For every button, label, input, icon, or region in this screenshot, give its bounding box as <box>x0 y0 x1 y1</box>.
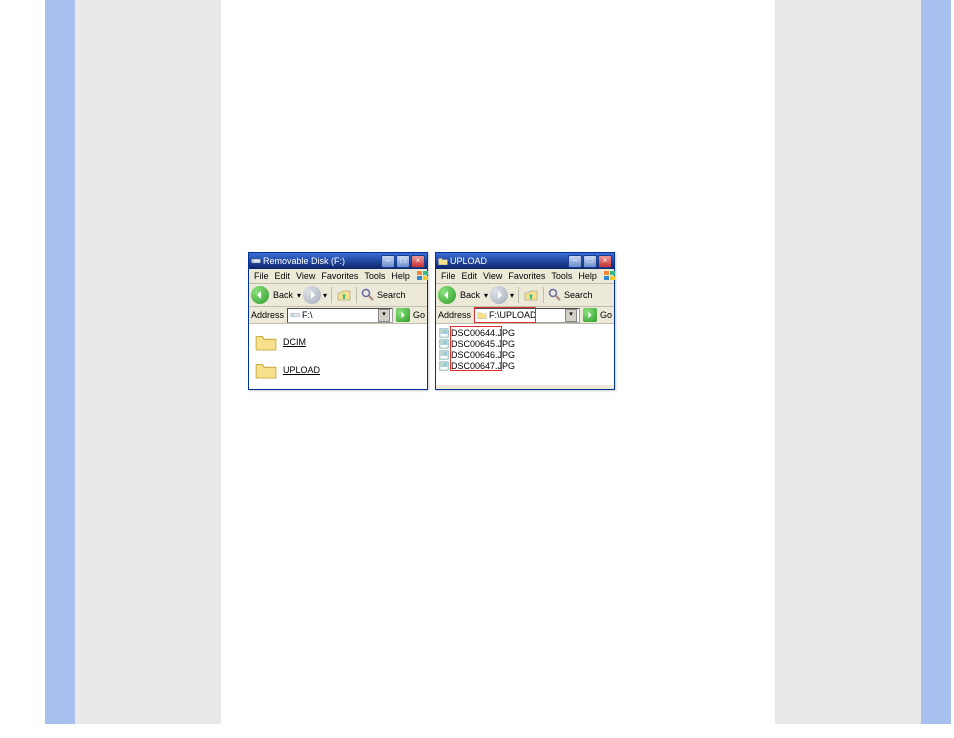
image-file-icon <box>439 328 449 338</box>
menubar: File Edit View Favorites Tools Help <box>436 269 614 284</box>
minimize-button[interactable]: − <box>381 255 395 268</box>
titlebar[interactable]: UPLOAD − □ × <box>436 253 614 269</box>
forward-button[interactable] <box>303 286 321 304</box>
image-file-icon <box>439 339 449 349</box>
address-dropdown[interactable]: ▾ <box>378 309 390 322</box>
menu-favorites[interactable]: Favorites <box>318 271 361 281</box>
back-dropdown[interactable]: ▾ <box>297 291 301 300</box>
menu-view[interactable]: View <box>293 271 318 281</box>
menubar: File Edit View Favorites Tools Help <box>249 269 427 284</box>
content-area: DCIM UPLOAD <box>249 324 427 389</box>
up-button[interactable] <box>336 287 352 303</box>
search-button[interactable]: Search <box>377 290 406 300</box>
menu-tools[interactable]: Tools <box>361 271 388 281</box>
minimize-button[interactable]: − <box>568 255 582 268</box>
folder-icon <box>255 333 277 351</box>
windows-flag-icon <box>600 270 622 282</box>
forward-button[interactable] <box>490 286 508 304</box>
explorer-window-removable-disk: Removable Disk (F:) − □ × File Edit View… <box>248 252 428 390</box>
close-button[interactable]: × <box>598 255 612 268</box>
toolbar: Back ▾ ▾ Search <box>249 284 427 307</box>
menu-view[interactable]: View <box>480 271 505 281</box>
go-button[interactable] <box>396 308 410 322</box>
folder-item-dcim[interactable]: DCIM <box>255 333 421 351</box>
decoration-stripe <box>775 0 921 724</box>
separator <box>518 287 519 303</box>
window-title: UPLOAD <box>450 256 568 266</box>
back-label[interactable]: Back <box>458 290 482 300</box>
decoration-stripe <box>45 0 75 724</box>
address-value: F:\ <box>302 310 313 320</box>
separator <box>356 287 357 303</box>
windows-flag-icon <box>413 270 435 282</box>
maximize-button[interactable]: □ <box>396 255 410 268</box>
back-dropdown[interactable]: ▾ <box>484 291 488 300</box>
toolbar: Back ▾ ▾ Search <box>436 284 614 307</box>
menu-edit[interactable]: Edit <box>272 271 294 281</box>
decoration-stripe <box>921 0 951 724</box>
addressbar: Address F:\UPLOAD ▾ Go <box>436 307 614 324</box>
address-field[interactable]: F:\ ▾ <box>287 308 393 323</box>
search-icon <box>361 288 375 302</box>
image-file-icon <box>439 350 449 360</box>
close-button[interactable]: × <box>411 255 425 268</box>
folder-icon <box>255 361 277 379</box>
folder-name: DCIM <box>283 337 306 347</box>
go-button[interactable] <box>583 308 597 322</box>
separator <box>543 287 544 303</box>
menu-file[interactable]: File <box>251 271 272 281</box>
folder-icon <box>438 256 448 266</box>
address-dropdown[interactable]: ▾ <box>565 309 577 322</box>
go-label[interactable]: Go <box>413 310 425 320</box>
image-file-icon <box>439 361 449 371</box>
menu-edit[interactable]: Edit <box>459 271 481 281</box>
folder-name: UPLOAD <box>283 365 320 375</box>
forward-dropdown[interactable]: ▾ <box>510 291 514 300</box>
address-field[interactable]: F:\UPLOAD ▾ <box>474 308 580 323</box>
forward-dropdown[interactable]: ▾ <box>323 291 327 300</box>
address-label: Address <box>251 310 284 320</box>
separator <box>331 287 332 303</box>
back-label[interactable]: Back <box>271 290 295 300</box>
drive-icon <box>290 310 300 320</box>
folder-item-upload[interactable]: UPLOAD <box>255 361 421 379</box>
window-title: Removable Disk (F:) <box>263 256 381 266</box>
go-label[interactable]: Go <box>600 310 612 320</box>
back-button[interactable] <box>251 286 269 304</box>
menu-help[interactable]: Help <box>388 271 413 281</box>
menu-file[interactable]: File <box>438 271 459 281</box>
back-button[interactable] <box>438 286 456 304</box>
menu-help[interactable]: Help <box>575 271 600 281</box>
menu-favorites[interactable]: Favorites <box>505 271 548 281</box>
explorer-window-upload: UPLOAD − □ × File Edit View Favorites To… <box>435 252 615 390</box>
menu-tools[interactable]: Tools <box>548 271 575 281</box>
address-label: Address <box>438 310 471 320</box>
up-button[interactable] <box>523 287 539 303</box>
maximize-button[interactable]: □ <box>583 255 597 268</box>
search-button[interactable]: Search <box>564 290 593 300</box>
search-icon <box>548 288 562 302</box>
addressbar: Address F:\ ▾ Go <box>249 307 427 324</box>
titlebar[interactable]: Removable Disk (F:) − □ × <box>249 253 427 269</box>
content-area: DSC00644.JPG DSC00645.JPG DSC00646.JPG D… <box>436 324 614 385</box>
drive-icon <box>251 256 261 266</box>
decoration-stripe <box>75 0 221 724</box>
highlight-annotation <box>450 326 502 371</box>
highlight-annotation <box>474 307 536 323</box>
